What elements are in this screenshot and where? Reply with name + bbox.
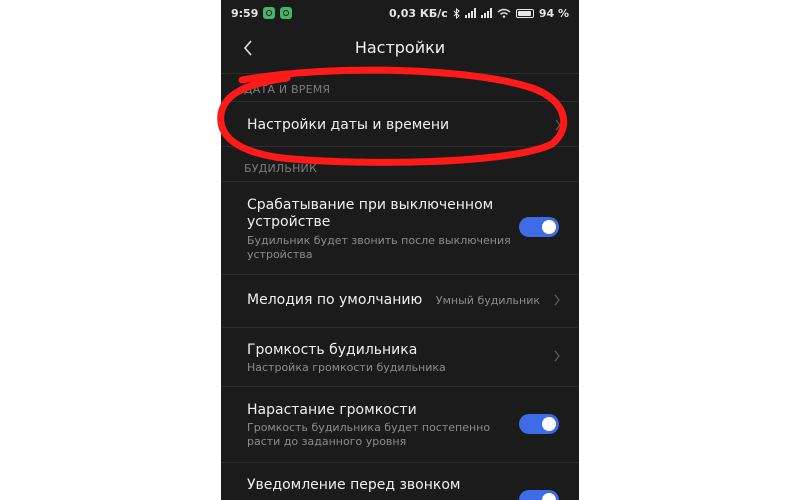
section-header-alarm: БУДИЛЬНИК [244,162,317,175]
volume-rise-title: Нарастание громкости [247,402,417,418]
status-left: 9:59 [231,6,293,20]
toggle-knob [542,417,556,431]
battery-level-fill [517,10,531,16]
off-device-alarm-title-line2: устройстве [247,214,331,230]
page-title: Настройки [354,38,446,57]
signal-icon-2 [480,8,492,18]
alarm-volume-item[interactable]: Громкость будильника Настройка громкости… [221,328,579,386]
off-device-alarm-subtitle: Будильник будет звонить после выключения… [247,234,511,262]
wifi-icon [497,8,511,18]
volume-rise-toggle[interactable] [519,414,559,434]
chevron-right-icon [554,350,560,362]
default-melody-title: Мелодия по умолчанию [247,292,423,308]
status-bar: 9:59 0,03 КБ/с 94 % [221,0,579,26]
default-melody-item[interactable]: Мелодия по умолчанию Умный будильник [221,275,579,327]
status-right: 0,03 КБ/с 94 % [389,7,569,20]
pre-alarm-notice-title: Уведомление перед звонком [247,477,461,493]
off-device-alarm-toggle[interactable] [519,217,559,237]
toggle-knob [542,493,556,500]
battery-percent: 94 % [538,6,569,20]
toggle-knob [542,220,556,234]
date-time-settings-item[interactable]: Настройки даты и времени [221,102,579,146]
bluetooth-icon [453,7,460,19]
volume-rise-subtitle: Громкость будильника будет постепенно ра… [247,421,490,449]
divider [221,146,579,147]
notification-app-icon [263,7,276,19]
alarm-volume-title: Громкость будильника [247,342,418,358]
signal-icon [464,8,476,18]
status-time: 9:59 [231,6,259,20]
default-melody-value: Умный будильник [435,294,540,307]
off-device-alarm-sub-line2: устройства [247,248,313,261]
phone-screen: 9:59 0,03 КБ/с 94 % Настройки ДАТА И ВРЕ… [221,0,579,500]
header-divider [221,73,579,74]
chevron-right-icon [554,294,560,306]
off-device-alarm-title: Срабатывание при выключенном устройстве [247,197,493,231]
section-header-date-time: ДАТА И ВРЕМЯ [244,83,331,96]
battery-icon [515,8,534,18]
date-time-settings-title: Настройки даты и времени [247,117,450,133]
off-device-alarm-sub-line1: Будильник будет звонить после выключения [247,234,511,247]
pre-alarm-notice-item[interactable]: Уведомление перед звонком [221,463,579,500]
notification-app-icon-2 [280,7,293,19]
off-device-alarm-item[interactable]: Срабатывание при выключенном устройстве … [221,182,579,274]
volume-rise-sub-line1: Громкость будильника будет постепенно [247,421,491,434]
network-speed: 0,03 КБ/с [388,6,448,20]
chevron-right-icon [555,119,561,131]
app-header: Настройки [221,26,579,72]
volume-rise-item[interactable]: Нарастание громкости Громкость будильник… [221,387,579,462]
off-device-alarm-title-line1: Срабатывание при выключенном [247,197,494,213]
pre-alarm-notice-toggle[interactable] [519,490,559,500]
alarm-volume-subtitle: Настройка громкости будильника [247,361,446,374]
volume-rise-sub-line2: расти до заданного уровня [247,435,407,448]
